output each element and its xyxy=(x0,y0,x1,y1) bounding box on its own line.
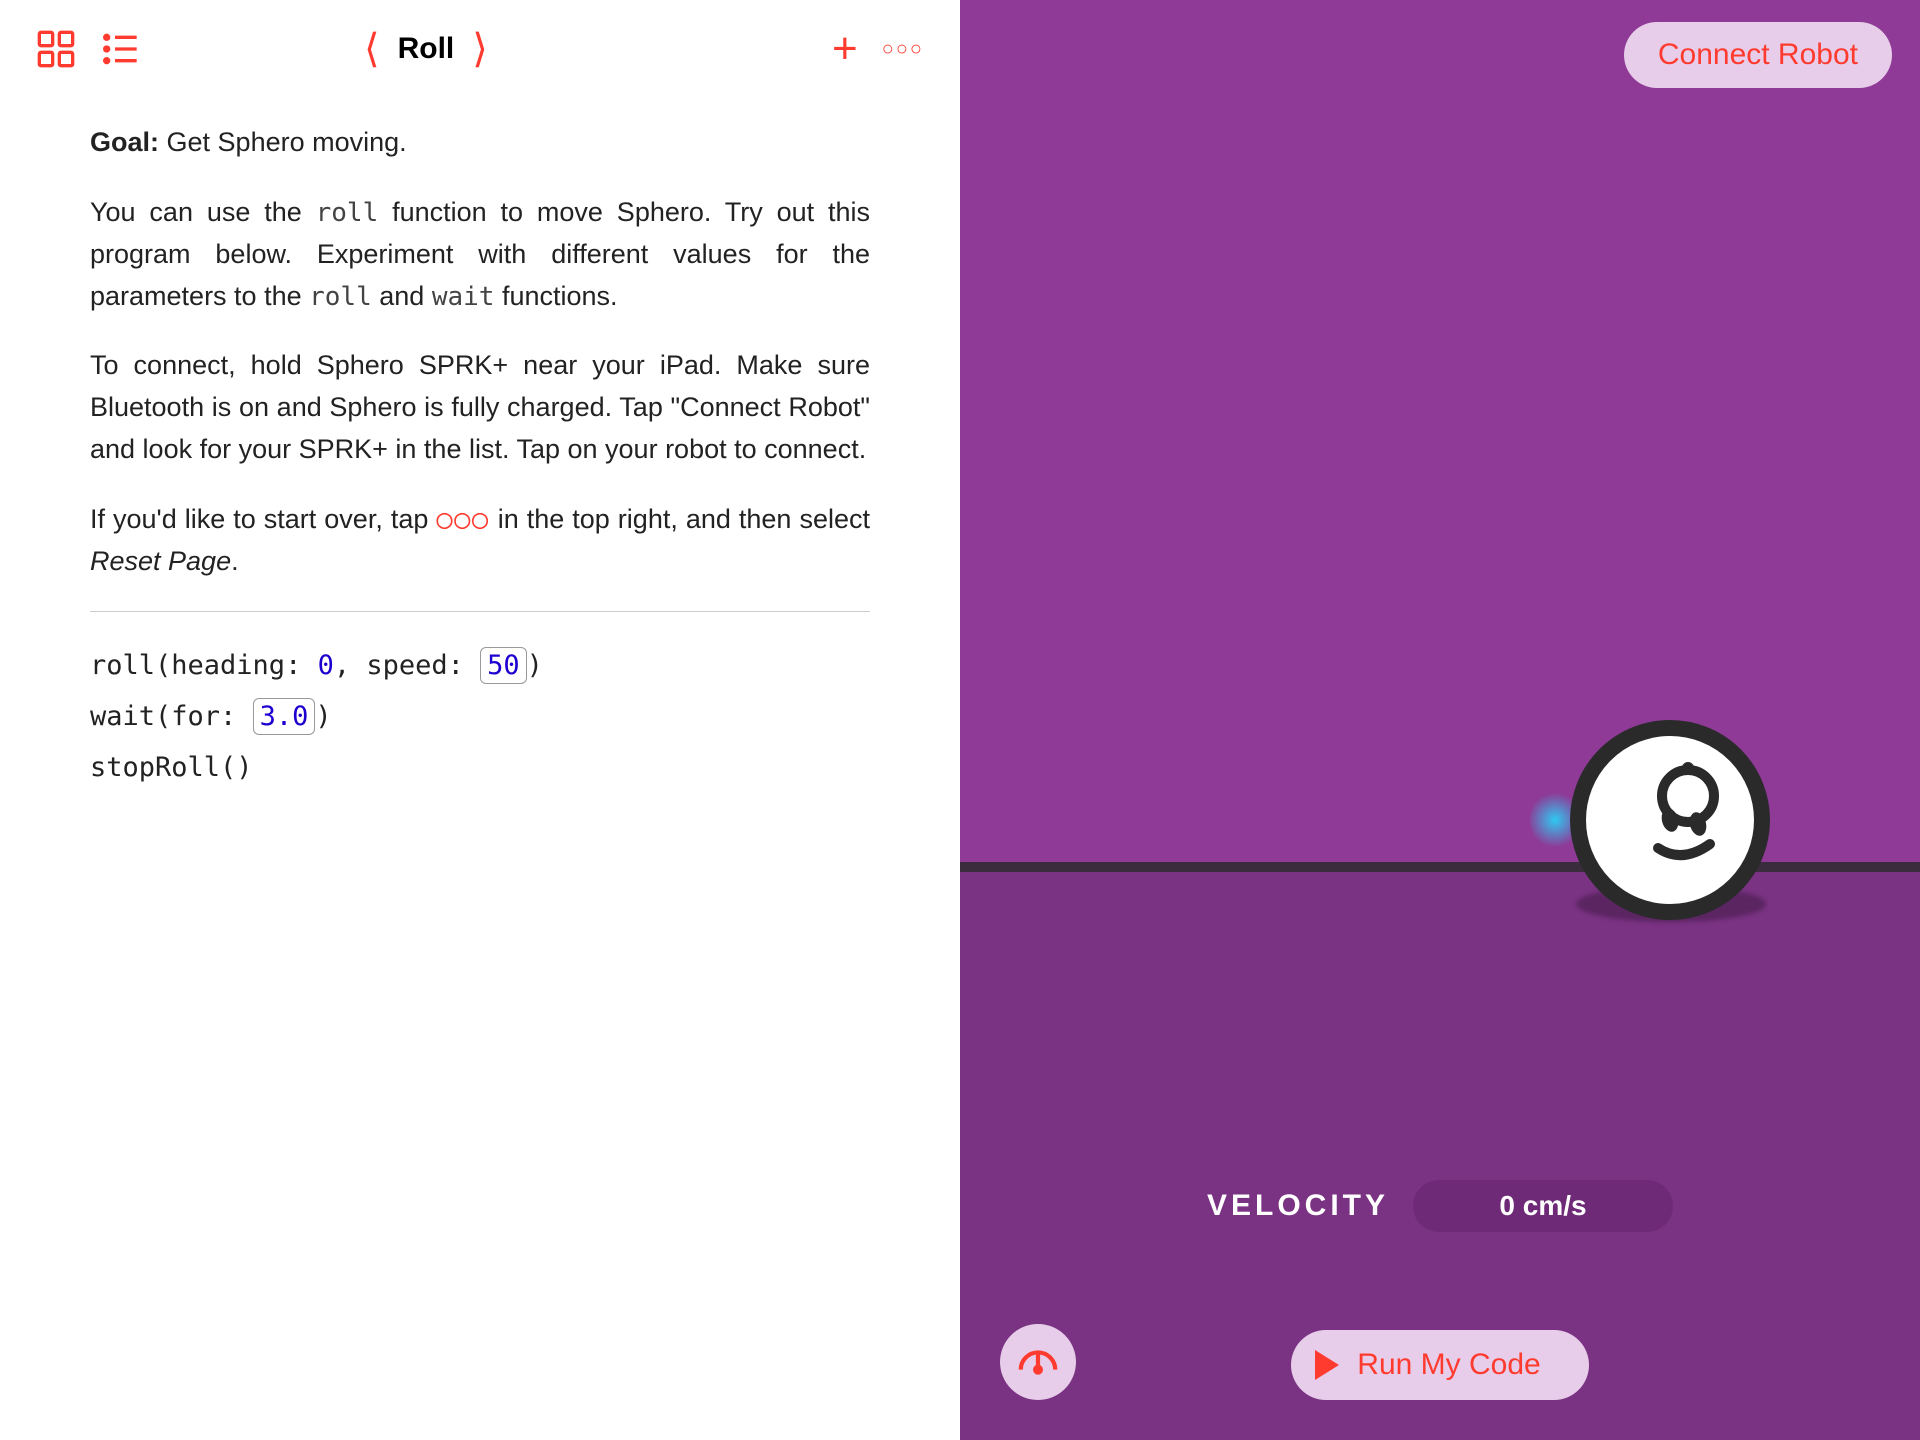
sphero-robot-icon xyxy=(1570,720,1770,920)
bottom-controls: Run My Code xyxy=(960,1330,1920,1400)
heading-value[interactable]: 0 xyxy=(318,650,334,681)
code-line-2[interactable]: wait(for: 3.0) xyxy=(90,691,870,742)
instruction-paragraph-1: You can use the roll function to move Sp… xyxy=(90,192,870,318)
velocity-display: VELOCITY 0 cm/s xyxy=(960,1180,1920,1232)
page-nav: ⟨ Roll ⟩ xyxy=(364,26,488,72)
goal-text: Get Sphero moving. xyxy=(159,127,407,157)
goal-paragraph: Goal: Get Sphero moving. xyxy=(90,122,870,164)
code-wait: wait xyxy=(432,282,495,312)
editor-panel: ⟨ Roll ⟩ + ○○○ Goal: Get Sphero moving. … xyxy=(0,0,960,1440)
code-editor[interactable]: roll(heading: 0, speed: 50) wait(for: 3.… xyxy=(90,640,870,794)
content-divider xyxy=(90,611,870,612)
code-line-1[interactable]: roll(heading: 0, speed: 50) xyxy=(90,640,870,691)
play-icon xyxy=(1315,1350,1339,1380)
velocity-label: VELOCITY xyxy=(1207,1189,1389,1223)
code-roll: roll xyxy=(316,198,379,228)
prev-page-icon[interactable]: ⟨ xyxy=(364,26,380,72)
wait-value[interactable]: 3.0 xyxy=(253,698,316,735)
velocity-value: 0 cm/s xyxy=(1413,1180,1673,1232)
inline-more-icon: ○○○ xyxy=(436,504,489,535)
connect-robot-button[interactable]: Connect Robot xyxy=(1624,22,1892,88)
list-view-icon[interactable] xyxy=(100,29,140,69)
toolbar: ⟨ Roll ⟩ + ○○○ xyxy=(0,0,960,98)
run-code-button[interactable]: Run My Code xyxy=(1291,1330,1588,1400)
more-menu-icon[interactable]: ○○○ xyxy=(882,38,924,61)
ground-line xyxy=(960,862,1920,872)
instruction-paragraph-3: If you'd like to start over, tap ○○○ in … xyxy=(90,499,870,583)
code-roll-2: roll xyxy=(309,282,372,312)
add-icon[interactable]: + xyxy=(832,24,858,74)
lesson-content: Goal: Get Sphero moving. You can use the… xyxy=(0,98,960,793)
grid-view-icon[interactable] xyxy=(36,29,76,69)
goal-label: Goal: xyxy=(90,127,159,157)
instruction-paragraph-2: To connect, hold Sphero SPRK+ near your … xyxy=(90,345,870,471)
reset-page-text: Reset Page xyxy=(90,546,231,576)
speed-value[interactable]: 50 xyxy=(480,647,527,684)
code-line-3[interactable]: stopRoll() xyxy=(90,742,870,793)
page-title: Roll xyxy=(398,32,455,66)
run-code-label: Run My Code xyxy=(1357,1348,1540,1382)
simulator-panel: Connect Robot VELOCITY 0 cm/s Run My Cod… xyxy=(960,0,1920,1440)
next-page-icon[interactable]: ⟩ xyxy=(472,26,488,72)
